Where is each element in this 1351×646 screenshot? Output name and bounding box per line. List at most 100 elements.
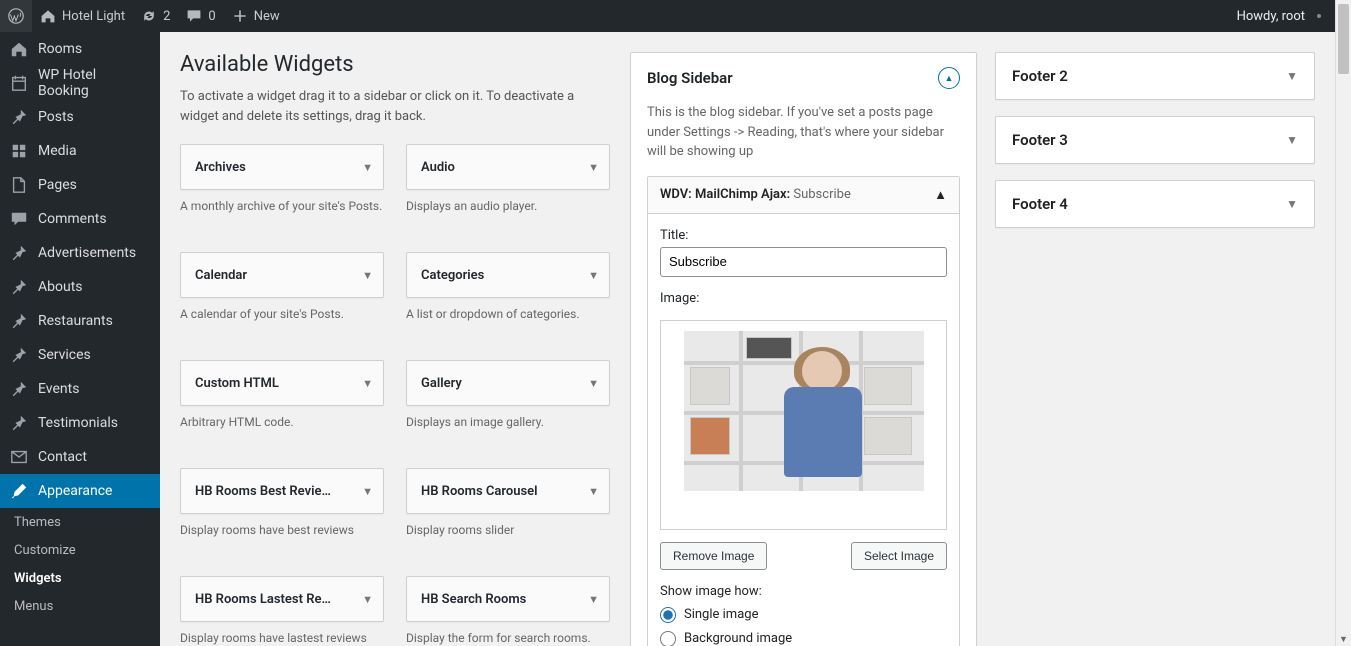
content-area: Available Widgets To activate a widget d… [160,32,1335,646]
widget-desc: Arbitrary HTML code. [180,414,384,446]
widget-instance-name: Subscribe [793,187,850,202]
radio-single-row[interactable]: Single image [660,607,947,623]
menu-item-contact[interactable]: Contact [0,440,160,474]
comments-link[interactable]: 0 [178,0,223,32]
show-how-label: Show image how: [660,584,947,599]
chevron-down-icon[interactable]: ▼ [1286,133,1298,147]
howdy-link[interactable]: Howdy, root [1237,9,1335,24]
mailchimp-widget: WDV: MailChimp Ajax: Subscribe ▲ Title: … [647,176,960,646]
widget-hb-rooms-carousel[interactable]: HB Rooms Carousel▼ [406,468,610,514]
sidebar-column: Blog Sidebar ▲ This is the blog sidebar.… [630,52,977,646]
widget-desc: A calendar of your site's Posts. [180,306,384,338]
widget-calendar[interactable]: Calendar▼ [180,252,384,298]
widget-desc: Display rooms slider [406,522,610,554]
submenu-widgets[interactable]: Widgets [0,564,160,592]
widget-hb-rooms-best-revie-[interactable]: HB Rooms Best Revie…▼ [180,468,384,514]
menu-item-posts[interactable]: Posts [0,100,160,134]
admin-menu: RoomsWP Hotel BookingPostsMediaPagesComm… [0,32,160,646]
submenu-themes[interactable]: Themes [0,508,160,536]
chevron-down-icon: ▼ [362,485,373,498]
remove-image-button[interactable]: Remove Image [660,542,767,570]
wordpress-icon [8,8,24,24]
widget-desc: Display the form for search rooms. [406,630,610,646]
chevron-down-icon: ▼ [588,269,599,282]
wp-logo[interactable] [0,0,32,32]
widget-categories[interactable]: Categories▼ [406,252,610,298]
menu-item-wp-hotel-booking[interactable]: WP Hotel Booking [0,66,160,100]
comments-count: 0 [208,9,215,24]
widget-archives[interactable]: Archives▼ [180,144,384,190]
blog-sidebar-panel: Blog Sidebar ▲ This is the blog sidebar.… [630,52,977,646]
chevron-down-icon: ▼ [588,593,599,606]
menu-item-rooms[interactable]: Rooms [0,32,160,66]
image-preview-frame [660,320,947,530]
submenu-menus[interactable]: Menus [0,592,160,620]
available-widgets-column: Available Widgets To activate a widget d… [180,52,612,646]
site-name: Hotel Light [62,9,125,24]
chevron-down-icon: ▼ [588,485,599,498]
image-field-label: Image: [660,291,947,306]
chevron-down-icon: ▼ [588,161,599,174]
page-scrollbar[interactable]: ▲ ▼ [1335,0,1351,646]
collapse-icon[interactable]: ▲ [938,67,960,89]
footer-header[interactable]: Footer 2▼ [996,53,1314,99]
mailchimp-widget-body: Title: Image: [648,214,959,646]
updates-link[interactable]: 2 [133,0,178,32]
widget-desc: A monthly archive of your site's Posts. [180,198,384,230]
chevron-down-icon: ▼ [588,377,599,390]
mailchimp-widget-header[interactable]: WDV: MailChimp Ajax: Subscribe ▲ [648,177,959,214]
title-input[interactable] [660,247,947,277]
plus-icon [232,8,248,24]
menu-item-comments[interactable]: Comments [0,202,160,236]
footer-header[interactable]: Footer 4▼ [996,181,1314,227]
chevron-down-icon: ▼ [362,269,373,282]
chevron-down-icon[interactable]: ▼ [1286,197,1298,211]
widget-name-prefix: WDV: MailChimp Ajax: [660,187,790,202]
howdy-text: Howdy, root [1237,9,1305,24]
menu-item-advertisements[interactable]: Advertisements [0,236,160,270]
menu-item-restaurants[interactable]: Restaurants [0,304,160,338]
menu-item-testimonials[interactable]: Testimonials [0,406,160,440]
footer-panel-footer 3: Footer 3▼ [995,116,1315,164]
footer-header[interactable]: Footer 3▼ [996,117,1314,163]
radio-background[interactable] [660,631,676,646]
admin-bar: Hotel Light 2 0 New Howdy, root [0,0,1335,32]
scroll-thumb[interactable] [1338,4,1349,74]
widget-custom-html[interactable]: Custom HTML▼ [180,360,384,406]
widget-desc: Displays an image gallery. [406,414,610,446]
menu-item-abouts[interactable]: Abouts [0,270,160,304]
radio-bg-row[interactable]: Background image [660,631,947,646]
updates-count: 2 [163,9,170,24]
menu-item-pages[interactable]: Pages [0,168,160,202]
new-link[interactable]: New [224,0,288,32]
widget-desc: Display rooms have best reviews [180,522,384,554]
scroll-down-icon[interactable]: ▼ [1336,632,1351,646]
widget-hb-rooms-lastest-re-[interactable]: HB Rooms Lastest Re…▼ [180,576,384,622]
available-widgets-desc: To activate a widget drag it to a sideba… [180,87,612,126]
refresh-icon [141,8,157,24]
menu-item-events[interactable]: Events [0,372,160,406]
blog-sidebar-title: Blog Sidebar [647,69,733,87]
blog-sidebar-desc: This is the blog sidebar. If you've set … [647,103,960,162]
menu-item-appearance[interactable]: Appearance [0,474,160,508]
chevron-up-icon[interactable]: ▲ [934,187,947,203]
site-link[interactable]: Hotel Light [32,0,133,32]
chevron-down-icon: ▼ [362,593,373,606]
chevron-down-icon[interactable]: ▼ [1286,69,1298,83]
widget-audio[interactable]: Audio▼ [406,144,610,190]
widget-gallery[interactable]: Gallery▼ [406,360,610,406]
select-image-button[interactable]: Select Image [851,542,947,570]
footer-panel-footer 4: Footer 4▼ [995,180,1315,228]
title-field-label: Title: [660,228,947,243]
widget-desc: A list or dropdown of categories. [406,306,610,338]
widget-hb-search-rooms[interactable]: HB Search Rooms▼ [406,576,610,622]
blog-sidebar-header[interactable]: Blog Sidebar ▲ [631,53,976,103]
footer-column: Footer 2▼ Footer 3▼ Footer 4▼ [995,52,1315,646]
radio-single[interactable] [660,607,676,623]
submenu-customize[interactable]: Customize [0,536,160,564]
menu-item-services[interactable]: Services [0,338,160,372]
radio-bg-label: Background image [684,631,792,646]
avatar-dot [1317,14,1321,18]
menu-item-media[interactable]: Media [0,134,160,168]
footer-panel-footer 2: Footer 2▼ [995,52,1315,100]
